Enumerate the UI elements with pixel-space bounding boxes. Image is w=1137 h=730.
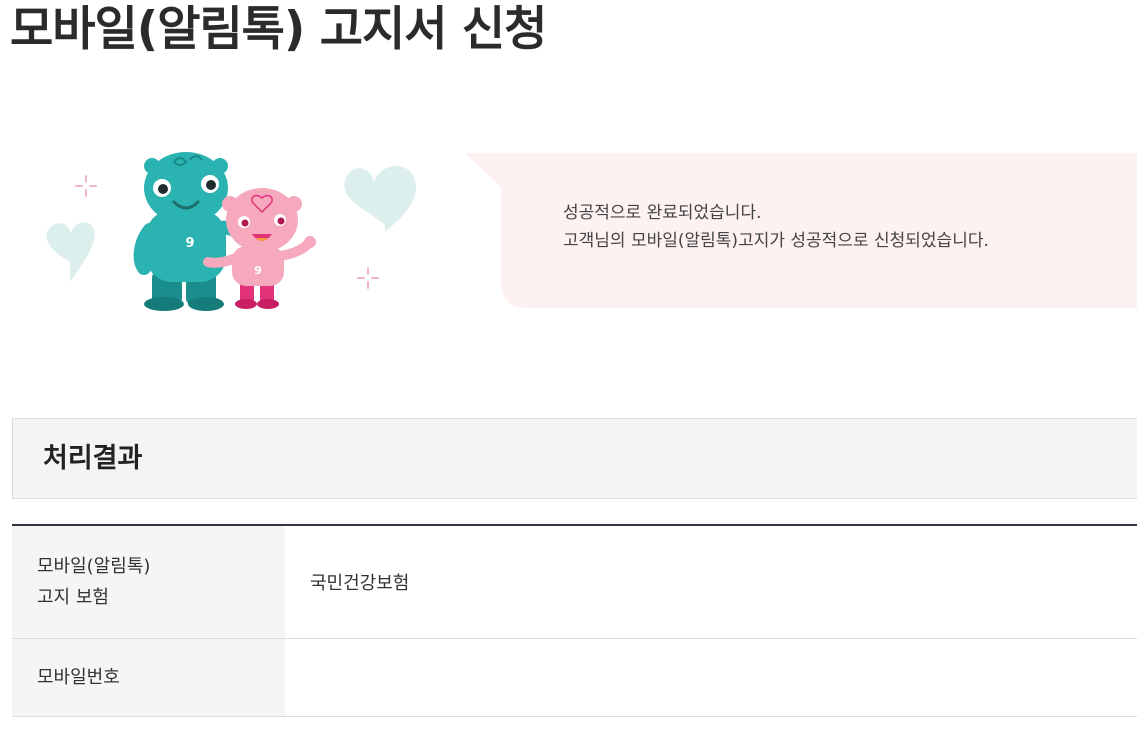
success-message-box: 성공적으로 완료되었습니다. 고객님의 모바일(알림톡)고지가 성공적으로 신청…: [465, 153, 1137, 308]
svg-text:9: 9: [254, 264, 262, 277]
success-message-detail: 고객님의 모바일(알림톡)고지가 성공적으로 신청되었습니다.: [563, 231, 989, 251]
table-row: 모바일번호: [12, 638, 1137, 717]
row-label-mobile-number: 모바일번호: [12, 638, 285, 717]
teal-mascot: 9: [133, 152, 247, 311]
result-table: 모바일(알림톡) 고지 보험 국민건강보험 모바일번호: [12, 524, 1137, 717]
heart-icon: [46, 222, 95, 282]
mascot-illustration: 9 9: [40, 150, 430, 315]
result-section-header: 처리결과: [12, 418, 1137, 499]
page-title: 모바일(알림톡) 고지서 신청: [10, 2, 547, 57]
sparkle-icon: [357, 267, 379, 289]
svg-text:9: 9: [185, 236, 194, 251]
row-label-line: 모바일번호: [37, 667, 120, 688]
result-section-title: 처리결과: [43, 443, 143, 474]
row-label-line: 고지 보험: [37, 587, 109, 608]
success-message-title: 성공적으로 완료되었습니다.: [563, 203, 762, 223]
row-label-line: 모바일(알림톡): [37, 556, 151, 577]
sparkle-icon: [75, 175, 97, 197]
row-label-insurance: 모바일(알림톡) 고지 보험: [12, 525, 285, 639]
row-value-mobile-number: [285, 638, 1137, 717]
row-value-insurance: 국민건강보험: [285, 525, 1137, 639]
heart-icon: [344, 165, 416, 232]
table-row: 모바일(알림톡) 고지 보험 국민건강보험: [12, 525, 1137, 639]
